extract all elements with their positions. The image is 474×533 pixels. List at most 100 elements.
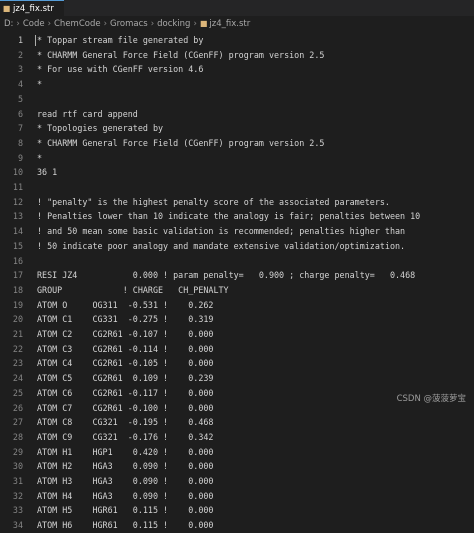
- breadcrumb-segment[interactable]: D:: [4, 19, 13, 29]
- line-text: ATOM C6 CG2R61 -0.117 ! 0.000: [37, 387, 214, 398]
- code-line[interactable]: 12 ! "penalty" is the highest penalty sco…: [0, 195, 474, 210]
- code-line[interactable]: 23 ATOM C4 CG2R61 -0.105 ! 0.000: [0, 356, 474, 371]
- watermark: CSDN @菠菠萝宝: [394, 392, 468, 404]
- line-number: 17: [12, 270, 23, 281]
- line-text: * CHARMM General Force Field (CGenFF) pr…: [37, 49, 325, 60]
- breadcrumb: D: › Code › ChemCode › Gromacs › docking…: [0, 16, 474, 31]
- line-number: 30: [12, 461, 23, 472]
- line-number: 19: [12, 299, 23, 310]
- code-line[interactable]: 14 ! and 50 mean some basic validation is…: [0, 224, 474, 239]
- line-number: 2: [17, 49, 23, 60]
- code-line[interactable]: 1 * Toppar stream file generated by: [0, 33, 474, 48]
- code-line[interactable]: 22 ATOM C3 CG2R61 -0.114 ! 0.000: [0, 342, 474, 357]
- line-number: 20: [12, 314, 23, 325]
- line-number: 9: [17, 152, 23, 163]
- code-line[interactable]: 13 ! Penalties lower than 10 indicate the…: [0, 209, 474, 224]
- chevron-right-icon: ›: [47, 18, 51, 29]
- line-number: 4: [17, 79, 23, 90]
- line-number: 21: [12, 329, 23, 339]
- line-text: ATOM H6 HGR61 0.115 ! 0.000: [37, 520, 214, 531]
- line-text: ATOM H4 HGA3 0.090 ! 0.000: [37, 490, 214, 501]
- tab-jz4-fix-str[interactable]: ■ jz4_fix.str: [0, 0, 64, 16]
- line-text: ATOM C4 CG2R61 -0.105 ! 0.000: [37, 358, 214, 369]
- line-number: 16: [12, 255, 23, 266]
- line-text: ATOM C5 CG2R61 0.109 ! 0.239: [37, 373, 214, 384]
- code-line[interactable]: 27 ATOM C8 CG321 -0.195 ! 0.468: [0, 415, 474, 430]
- line-text: ATOM C2 CG2R61 -0.107 ! 0.000: [37, 329, 214, 339]
- line-number: 18: [12, 284, 23, 295]
- line-text: *: [37, 152, 43, 163]
- breadcrumb-segment[interactable]: Code: [23, 19, 45, 29]
- line-text: * CHARMM General Force Field (CGenFF) pr…: [37, 137, 325, 148]
- code-line[interactable]: 30 ATOM H2 HGA3 0.090 ! 0.000: [0, 459, 474, 474]
- line-number: 33: [12, 505, 23, 516]
- breadcrumb-segment[interactable]: Gromacs: [110, 19, 148, 29]
- text-cursor: [35, 35, 36, 46]
- code-line[interactable]: 4 *: [0, 77, 474, 92]
- breadcrumb-segment[interactable]: docking: [157, 19, 190, 29]
- line-number: 8: [17, 137, 23, 148]
- code-line[interactable]: 8 * CHARMM General Force Field (CGenFF) p…: [0, 136, 474, 151]
- line-text: ATOM H2 HGA3 0.090 ! 0.000: [37, 461, 214, 472]
- code-line[interactable]: 3 * For use with CGenFF version 4.6: [0, 62, 474, 77]
- code-line[interactable]: 33 ATOM H5 HGR61 0.115 ! 0.000: [0, 503, 474, 518]
- line-number: 29: [12, 446, 23, 457]
- chevron-right-icon: ›: [103, 18, 107, 29]
- line-text: *: [37, 79, 43, 90]
- line-text: RESI JZ4 0.000 ! param penalty= 0.900 ; …: [37, 270, 416, 281]
- code-line[interactable]: 21 ATOM C2 CG2R61 -0.107 ! 0.000: [0, 327, 474, 342]
- code-line[interactable]: 32 ATOM H4 HGA3 0.090 ! 0.000: [0, 489, 474, 504]
- code-line[interactable]: 2 * CHARMM General Force Field (CGenFF) p…: [0, 48, 474, 63]
- file-icon: ■: [2, 4, 11, 13]
- line-number: 22: [12, 343, 23, 354]
- code-line[interactable]: 29 ATOM H1 HGP1 0.420 ! 0.000: [0, 445, 474, 460]
- code-line[interactable]: 15 ! 50 indicate poor analogy and mandate…: [0, 239, 474, 254]
- code-line[interactable]: 9 *: [0, 151, 474, 166]
- breadcrumb-file[interactable]: jz4_fix.str: [209, 19, 250, 29]
- code-line[interactable]: 19 ATOM O OG311 -0.531 ! 0.262: [0, 298, 474, 313]
- tab-bar: ■ jz4_fix.str: [0, 0, 474, 16]
- line-text: ! and 50 mean some basic validation is r…: [37, 226, 406, 237]
- line-text: * Toppar stream file generated by: [37, 35, 204, 45]
- line-number: 25: [12, 387, 23, 398]
- code-line[interactable]: 5: [0, 92, 474, 107]
- code-line[interactable]: 34 ATOM H6 HGR61 0.115 ! 0.000: [0, 518, 474, 533]
- code-line[interactable]: 16: [0, 254, 474, 269]
- code-line[interactable]: 24 ATOM C5 CG2R61 0.109 ! 0.239: [0, 371, 474, 386]
- file-icon: ■: [199, 19, 208, 28]
- code-editor[interactable]: 1 * Toppar stream file generated by 2 * CHA…: [0, 31, 474, 530]
- line-text: * For use with CGenFF version 4.6: [37, 64, 204, 75]
- line-number: 12: [12, 196, 23, 207]
- line-number: 11: [12, 182, 23, 192]
- line-text: GROUP ! CHARGE CH_PENALTY: [37, 284, 229, 295]
- chevron-right-icon: ›: [16, 18, 20, 29]
- line-number: 10: [12, 167, 23, 178]
- code-line[interactable]: 18 GROUP ! CHARGE CH_PENALTY: [0, 283, 474, 298]
- line-text: ATOM C9 CG321 -0.176 ! 0.342: [37, 431, 214, 442]
- line-text: ATOM H5 HGR61 0.115 ! 0.000: [37, 505, 214, 516]
- line-text: ATOM C1 CG331 -0.275 ! 0.319: [37, 314, 214, 325]
- line-number: 28: [12, 431, 23, 442]
- tab-label: jz4_fix.str: [13, 3, 54, 14]
- code-line[interactable]: 20 ATOM C1 CG331 -0.275 ! 0.319: [0, 312, 474, 327]
- line-number: 5: [17, 93, 23, 104]
- breadcrumb-segment[interactable]: ChemCode: [54, 19, 101, 29]
- code-line[interactable]: 7 * Topologies generated by: [0, 121, 474, 136]
- code-line[interactable]: 6 read rtf card append: [0, 107, 474, 122]
- line-text: ATOM O OG311 -0.531 ! 0.262: [37, 299, 214, 310]
- line-text: ATOM C3 CG2R61 -0.114 ! 0.000: [37, 343, 214, 354]
- line-text: read rtf card append: [37, 108, 138, 119]
- line-number: 1: [17, 35, 23, 45]
- line-number: 31: [12, 476, 23, 486]
- code-line[interactable]: 31 ATOM H3 HGA3 0.090 ! 0.000: [0, 474, 474, 489]
- line-text: ATOM H3 HGA3 0.090 ! 0.000: [37, 476, 214, 486]
- line-number: 26: [12, 402, 23, 413]
- line-number: 24: [12, 373, 23, 384]
- code-line[interactable]: 28 ATOM C9 CG321 -0.176 ! 0.342: [0, 430, 474, 445]
- code-line[interactable]: 17 RESI JZ4 0.000 ! param penalty= 0.900 …: [0, 268, 474, 283]
- line-number: 34: [12, 520, 23, 531]
- line-number: 13: [12, 211, 23, 222]
- chevron-right-icon: ›: [193, 18, 197, 29]
- code-line[interactable]: 10 36 1: [0, 165, 474, 180]
- code-line[interactable]: 11: [0, 180, 474, 195]
